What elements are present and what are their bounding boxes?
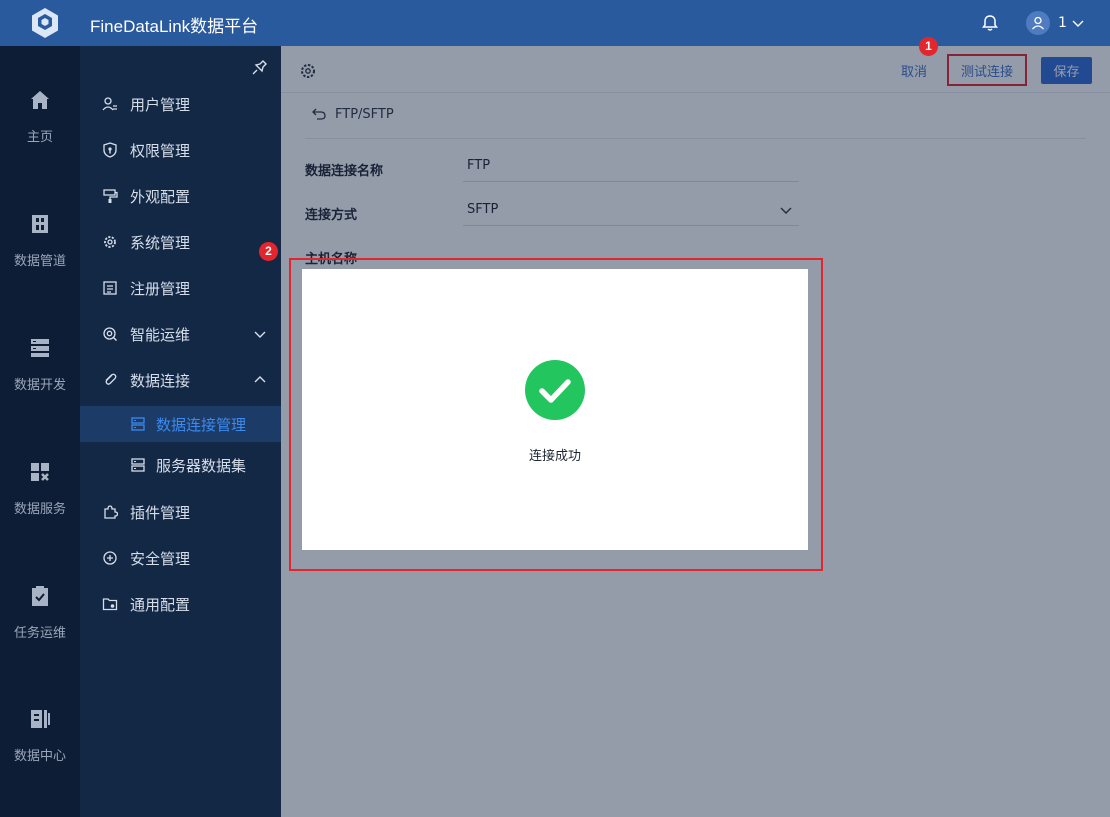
sidebar-item-label: 外观配置 bbox=[130, 187, 191, 206]
success-check-icon bbox=[525, 360, 585, 420]
platform-logo[interactable] bbox=[28, 6, 62, 40]
rail-item-home[interactable]: 主页 bbox=[0, 88, 80, 145]
pipeline-icon bbox=[32, 215, 48, 233]
permission-icon bbox=[103, 142, 117, 158]
rail-item-develop[interactable]: 数据开发 bbox=[0, 336, 80, 393]
link-icon bbox=[105, 373, 117, 385]
ops-icon bbox=[103, 327, 118, 342]
top-bar: FineDataLink数据平台 1 bbox=[0, 0, 1110, 46]
user-icon bbox=[1026, 11, 1050, 35]
sidebar-item-system[interactable]: 系统管理 bbox=[80, 222, 281, 262]
app-title: FineDataLink数据平台 bbox=[90, 17, 259, 36]
sidebar-item-label: 权限管理 bbox=[130, 141, 191, 160]
sidebar-item-label: 插件管理 bbox=[130, 503, 191, 522]
rail-label: 数据服务 bbox=[13, 502, 66, 517]
task-icon bbox=[32, 586, 48, 606]
rail-item-service[interactable]: 数据服务 bbox=[0, 460, 80, 517]
datacenter-icon bbox=[31, 710, 50, 728]
rail-item-datacenter[interactable]: 数据中心 bbox=[0, 707, 80, 764]
dialog-message: 连接成功 bbox=[528, 449, 581, 464]
rail-label: 主页 bbox=[26, 130, 53, 145]
sidebar-item-permission[interactable]: 权限管理 bbox=[80, 130, 281, 170]
sidebar-item-label: 智能运维 bbox=[130, 325, 191, 344]
user-menu[interactable]: 1 bbox=[1026, 10, 1085, 36]
develop-icon bbox=[31, 339, 49, 357]
pin-icon[interactable] bbox=[251, 58, 269, 76]
sidebar-item-register[interactable]: 注册管理 bbox=[80, 268, 281, 308]
home-icon bbox=[31, 91, 49, 109]
sidebar-item-appearance[interactable]: 外观配置 bbox=[80, 176, 281, 216]
rail-item-task[interactable]: 任务运维 bbox=[0, 584, 80, 641]
chevron-down-icon bbox=[254, 331, 266, 338]
sidebar-item-label: 数据连接 bbox=[130, 371, 191, 390]
sidebar-subitem-label: 服务器数据集 bbox=[156, 456, 247, 475]
secondary-sidebar: 用户管理 权限管理 外观配置 系统管理 注册管理 智能运维 数据连接 数据连接管… bbox=[80, 46, 293, 817]
username: 1 bbox=[1058, 15, 1067, 31]
plugin-icon bbox=[104, 505, 118, 519]
sidebar-item-security[interactable]: 安全管理 bbox=[80, 538, 281, 578]
sidebar-item-plugin[interactable]: 插件管理 bbox=[80, 492, 281, 532]
sidebar-item-label: 安全管理 bbox=[130, 549, 191, 568]
bell-icon[interactable] bbox=[980, 13, 1000, 33]
sidebar-item-user-manage[interactable]: 用户管理 bbox=[80, 84, 281, 124]
server-icon bbox=[131, 458, 145, 472]
folder-gear-icon bbox=[102, 598, 118, 611]
annotation-badge-2: 2 bbox=[259, 242, 278, 261]
primary-nav-rail: 主页 数据管道 数据开发 数据服务 任务运维 数据中心 bbox=[0, 46, 80, 817]
chevron-up-icon bbox=[254, 376, 266, 383]
sidebar-item-label: 通用配置 bbox=[130, 595, 191, 614]
appearance-icon bbox=[103, 189, 118, 203]
rail-label: 数据开发 bbox=[13, 378, 66, 393]
user-manage-icon bbox=[102, 97, 117, 111]
rail-label: 数据中心 bbox=[13, 749, 66, 764]
rail-label: 任务运维 bbox=[13, 626, 66, 641]
sidebar-item-label: 注册管理 bbox=[130, 279, 191, 298]
rail-label: 数据管道 bbox=[13, 254, 66, 269]
rail-item-pipeline[interactable]: 数据管道 bbox=[0, 212, 80, 269]
chevron-down-icon bbox=[1072, 20, 1084, 27]
sidebar-subitem-connection-manage[interactable]: 数据连接管理 bbox=[80, 406, 281, 442]
sidebar-item-ops[interactable]: 智能运维 bbox=[80, 314, 281, 354]
sidebar-item-label: 用户管理 bbox=[130, 95, 191, 114]
sidebar-item-data-connection[interactable]: 数据连接 bbox=[80, 360, 281, 400]
server-icon bbox=[131, 417, 145, 431]
service-icon bbox=[31, 463, 49, 481]
annotation-badge-1: 1 bbox=[919, 37, 938, 56]
gear-icon bbox=[104, 236, 116, 248]
sidebar-subitem-server-dataset[interactable]: 服务器数据集 bbox=[80, 447, 281, 483]
register-icon bbox=[103, 281, 117, 295]
sidebar-subitem-label: 数据连接管理 bbox=[156, 415, 247, 434]
sidebar-item-label: 系统管理 bbox=[130, 233, 191, 252]
shield-icon bbox=[103, 551, 117, 565]
connection-result-dialog: 连接成功 bbox=[302, 269, 808, 550]
sidebar-item-general-config[interactable]: 通用配置 bbox=[80, 584, 281, 624]
